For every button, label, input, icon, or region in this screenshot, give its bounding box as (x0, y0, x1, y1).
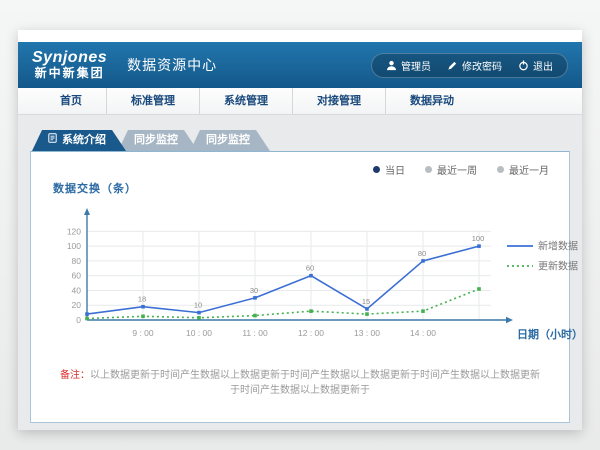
radio-unselected-icon (497, 166, 504, 173)
nav-item-interface-mgmt[interactable]: 对接管理 (292, 88, 385, 114)
tab-label: 同步监控 (206, 130, 250, 151)
data-point (309, 309, 313, 313)
chart-panel: 当日 最近一周 最近一月 数据交换（条） 0 20 40 60 80 100 120 9 : … (30, 151, 570, 423)
data-point (197, 316, 201, 320)
legend-label: 新增数据 (538, 240, 578, 253)
x-axis-title: 日期（小时） (517, 327, 583, 341)
nav-item-data-change[interactable]: 数据异动 (385, 88, 478, 114)
legend-label: 更新数据 (538, 260, 578, 273)
data-point (85, 312, 89, 316)
data-point (253, 296, 257, 300)
data-point (365, 307, 369, 311)
tab-label: 同步监控 (134, 130, 178, 151)
x-tick-label: 11 : 00 (242, 328, 268, 338)
edit-icon (447, 60, 458, 71)
nav-item-home[interactable]: 首页 (36, 88, 106, 114)
radio-unselected-icon (425, 166, 432, 173)
point-label: 100 (472, 234, 485, 243)
point-label: 80 (418, 249, 426, 258)
y-tick-label: 0 (76, 315, 81, 325)
point-label: 18 (138, 295, 146, 304)
x-tick-label: 10 : 00 (186, 328, 212, 338)
data-point (365, 312, 369, 316)
y-tick-label: 100 (67, 241, 81, 251)
data-point (421, 259, 425, 263)
footnote-text: 以上数据更新于时间产生数据以上数据更新于时间产生数据以上数据更新于时间产生数据以… (90, 370, 540, 396)
y-tick-label: 40 (72, 285, 82, 295)
y-tick-label: 60 (72, 271, 82, 281)
point-label: 15 (362, 297, 370, 306)
logout-button[interactable]: 退出 (518, 58, 553, 73)
app-header: Synjones 新中新集团 数据资源中心 管理员 修改密码 退出 (18, 42, 582, 88)
x-tick-label: 13 : 00 (354, 328, 380, 338)
y-tick-label: 120 (67, 226, 81, 236)
data-point (197, 311, 201, 315)
point-label: 10 (194, 301, 202, 310)
range-filter-last-week[interactable]: 最近一周 (425, 162, 477, 177)
range-filter-label: 最近一月 (509, 162, 549, 177)
logo-company-name: 新中新集团 (35, 67, 105, 80)
x-tick-label: 9 : 00 (132, 328, 154, 338)
footnote: 备注：以上数据更新于时间产生数据以上数据更新于时间产生数据以上数据更新于时间产生… (31, 366, 569, 396)
page-title: 数据资源中心 (127, 55, 217, 75)
data-point (477, 244, 481, 248)
data-point (141, 315, 145, 319)
data-point (309, 274, 313, 278)
y-tick-label: 80 (72, 256, 82, 266)
content-area: 系统介绍 同步监控 同步监控 当日 最近一周 (18, 115, 582, 430)
y-tick-label: 20 (72, 300, 82, 310)
user-toolbar: 管理员 修改密码 退出 (371, 53, 568, 78)
range-filter-last-month[interactable]: 最近一月 (497, 162, 549, 177)
range-filter-label: 当日 (385, 162, 405, 177)
logo-script-text: Synjones (32, 50, 107, 67)
data-point (85, 317, 89, 321)
series-line-1 (87, 289, 479, 319)
range-filter-today[interactable]: 当日 (373, 162, 405, 177)
change-password-button[interactable]: 修改密码 (447, 58, 502, 73)
range-filter-group: 当日 最近一周 最近一月 (373, 162, 549, 177)
power-icon (518, 60, 529, 71)
tab-system-intro[interactable]: 系统介绍 (32, 130, 126, 151)
x-tick-label: 12 : 00 (298, 328, 324, 338)
data-point (253, 314, 257, 318)
point-label: 30 (250, 286, 258, 295)
nav-item-standard-mgmt[interactable]: 标准管理 (106, 88, 199, 114)
y-axis-arrow (84, 208, 90, 215)
line-chart: 0 20 40 60 80 100 120 9 : 00 10 : 00 11 : 00 12 : … (55, 198, 590, 348)
x-axis-arrow (506, 317, 513, 323)
range-filter-label: 最近一周 (437, 162, 477, 177)
x-tick-label: 14 : 00 (410, 328, 436, 338)
tab-label: 系统介绍 (62, 130, 106, 151)
document-icon (48, 130, 57, 151)
tab-sync-monitor-2[interactable]: 同步监控 (190, 130, 270, 151)
point-label: 60 (306, 264, 314, 273)
logout-label: 退出 (533, 58, 553, 73)
tab-bar: 系统介绍 同步监控 同步监控 (30, 129, 570, 151)
change-password-label: 修改密码 (462, 58, 502, 73)
brand-logo: Synjones 新中新集团 (32, 50, 107, 79)
radio-selected-icon (373, 166, 380, 173)
data-point (477, 287, 481, 291)
data-point (421, 309, 425, 313)
admin-user-button[interactable]: 管理员 (386, 58, 431, 73)
nav-item-system-mgmt[interactable]: 系统管理 (199, 88, 292, 114)
data-point (141, 305, 145, 309)
tab-sync-monitor-1[interactable]: 同步监控 (118, 130, 198, 151)
y-axis-title: 数据交换（条） (53, 180, 569, 196)
admin-user-label: 管理员 (401, 58, 431, 73)
main-nav: 首页 标准管理 系统管理 对接管理 数据异动 (18, 88, 582, 115)
user-icon (386, 60, 397, 71)
footnote-prefix: 备注： (60, 370, 90, 381)
app-window: Synjones 新中新集团 数据资源中心 管理员 修改密码 退出 首页 标准管… (18, 30, 582, 430)
